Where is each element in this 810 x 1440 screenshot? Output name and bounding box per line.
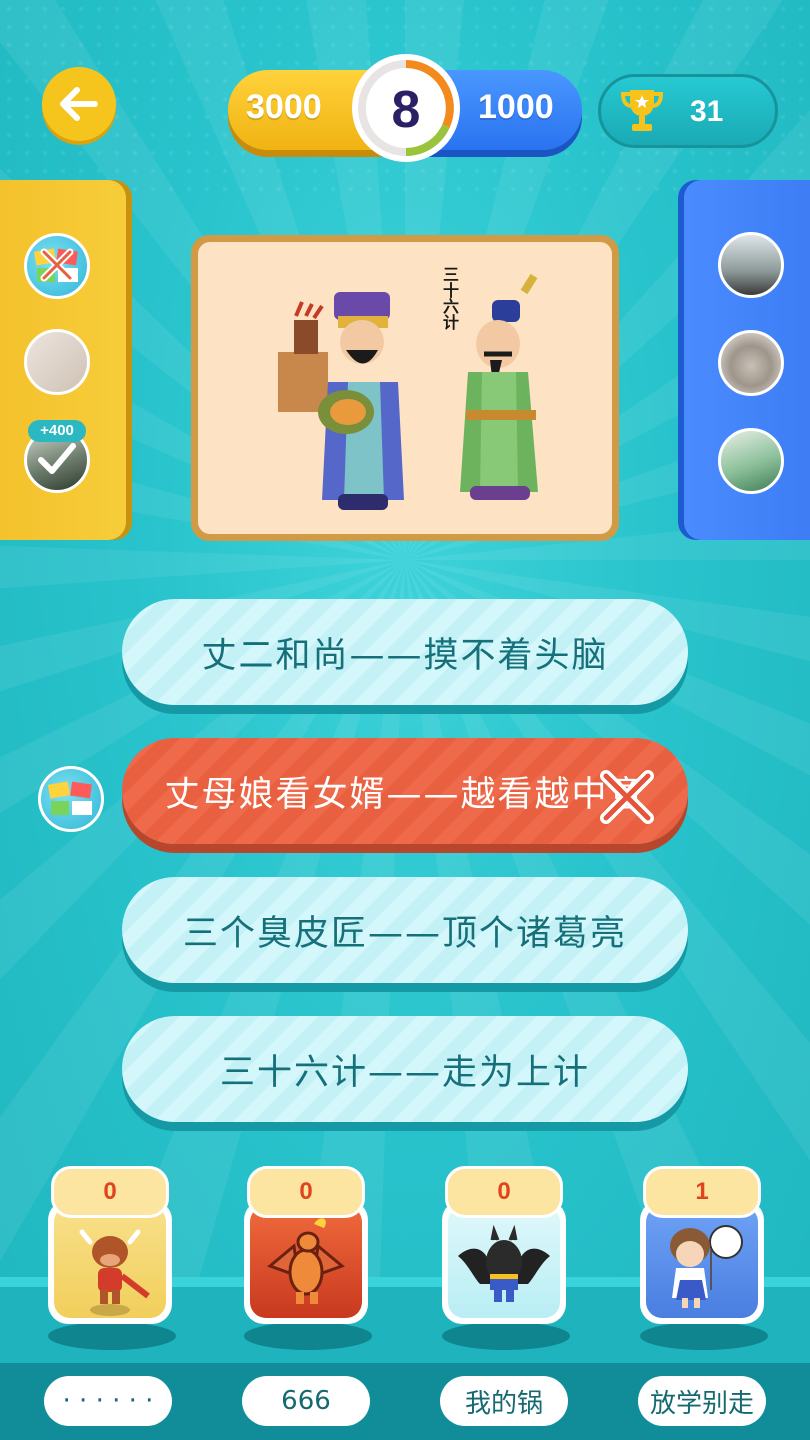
player-avatar[interactable] (718, 330, 784, 396)
player-jar[interactable] (48, 1200, 172, 1324)
jar-count: 0 (51, 1166, 169, 1218)
game-screen: 3000 1000 8 31 +400 三十六计 丈二和尚——摸不着头脑 丈母娘… (0, 0, 810, 1440)
logo-avatar (47, 781, 92, 815)
player-nickname: · · · · · · (44, 1376, 172, 1426)
score-right: 1000 (478, 88, 554, 126)
bat-character-icon (458, 1224, 550, 1302)
answer-label: 丈二和尚——摸不着头脑 (201, 635, 609, 676)
player-jar[interactable] (640, 1200, 764, 1324)
wrong-mark-icon (40, 248, 74, 282)
answer-label: 三十六计——走为上计 (219, 1052, 590, 1093)
jar-shadow (640, 1322, 768, 1350)
player-jar[interactable] (442, 1200, 566, 1324)
answer-label: 丈母娘看女婿——越看越中意 (164, 774, 646, 815)
bonus-badge: +400 (28, 420, 86, 442)
trophy-count: 31 (690, 95, 724, 128)
girl-character-icon (670, 1225, 743, 1308)
player-avatar[interactable] (718, 232, 784, 298)
bull-character-icon (79, 1229, 150, 1316)
jar-count: 1 (643, 1166, 761, 1218)
wrong-answer-icon (600, 770, 654, 824)
cartoon-illustration (278, 273, 538, 510)
jar-shadow (442, 1322, 570, 1350)
picked-by-avatar (38, 766, 104, 832)
countdown-number: 8 (391, 81, 421, 139)
question-image-card: 三十六计 (191, 235, 619, 541)
player-avatar[interactable] (718, 428, 784, 494)
player-nickname: 我的锅 (440, 1376, 568, 1426)
arrow-left-icon (60, 87, 98, 121)
player-jar[interactable] (244, 1200, 368, 1324)
image-caption: 三十六计 (440, 266, 459, 330)
jar-count: 0 (247, 1166, 365, 1218)
check-icon (38, 443, 76, 474)
answer-option-4[interactable]: 三十六计——走为上计 (122, 1016, 688, 1122)
back-button[interactable] (42, 67, 116, 141)
player-nickname: 666 (242, 1376, 370, 1426)
score-left: 3000 (246, 88, 322, 126)
jar-count: 0 (445, 1166, 563, 1218)
player-avatar[interactable] (24, 329, 90, 395)
dragon-character-icon (267, 1218, 345, 1304)
answer-option-3[interactable]: 三个臭皮匠——顶个诸葛亮 (122, 877, 688, 983)
jar-shadow (244, 1322, 372, 1350)
jar-shadow (48, 1322, 176, 1350)
player-nickname: 放学别走 (638, 1376, 766, 1426)
trophy-icon (620, 90, 664, 131)
answer-option-1[interactable]: 丈二和尚——摸不着头脑 (122, 599, 688, 705)
answer-label: 三个臭皮匠——顶个诸葛亮 (182, 913, 627, 954)
